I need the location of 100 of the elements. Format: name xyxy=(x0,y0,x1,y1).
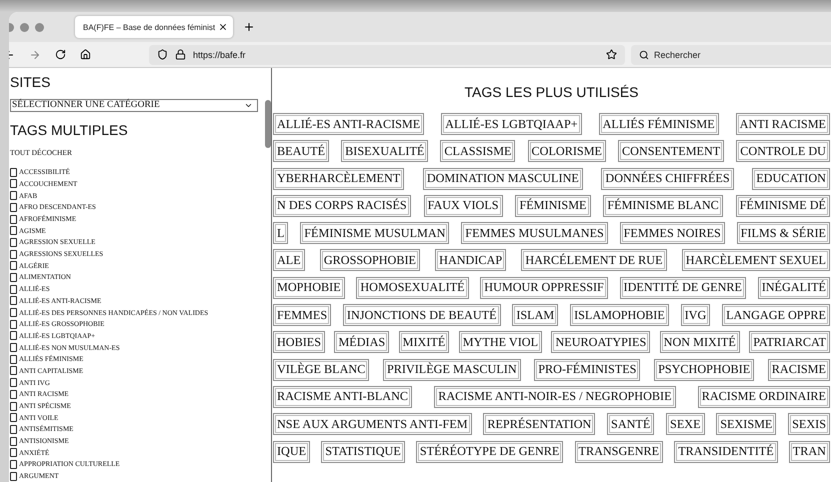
tag-link[interactable]: L xyxy=(273,222,288,244)
checkbox[interactable] xyxy=(10,378,17,388)
tag-link[interactable]: DOMINATION MASCULINE xyxy=(422,168,583,190)
tag-link[interactable]: FAUX VIOLS xyxy=(424,194,503,217)
tag-link[interactable]: TRANSGENRE xyxy=(574,440,664,463)
tag-link[interactable]: FEMMES NOIRES xyxy=(620,222,725,244)
checkbox[interactable] xyxy=(10,284,17,294)
checkbox[interactable] xyxy=(10,214,17,224)
tag-link[interactable]: FÉMINISME xyxy=(515,194,590,217)
tag-link[interactable]: INÉGALITÉ xyxy=(758,276,830,299)
checkbox[interactable] xyxy=(10,308,17,318)
tag-link[interactable]: GROSSOPHOBIE xyxy=(320,249,420,272)
checkbox[interactable] xyxy=(10,472,17,481)
tag-link[interactable]: LANGAGE OPPRE xyxy=(722,304,830,326)
tag-link[interactable]: BEAUTÉ xyxy=(273,140,330,162)
checkbox[interactable] xyxy=(10,191,17,200)
tag-link[interactable]: NSE AUX ARGUMENTS ANTI-FEM xyxy=(273,413,472,436)
tag-link[interactable]: RACISME ORDINAIRE xyxy=(698,386,830,408)
tag-link[interactable]: COLORISME xyxy=(528,140,606,162)
checkbox[interactable] xyxy=(10,226,17,236)
tag-link[interactable]: SEXIS xyxy=(788,413,830,436)
home-icon[interactable] xyxy=(80,49,91,60)
close-icon[interactable] xyxy=(218,22,228,32)
tag-link[interactable]: ALLIÉ-ES LGBTQIAAP+ xyxy=(441,113,582,135)
checkbox[interactable] xyxy=(10,238,17,247)
new-tab-icon[interactable] xyxy=(243,21,255,33)
tag-link[interactable]: SANTÉ xyxy=(607,413,654,436)
tag-link[interactable]: YBERHARCÈLEMENT xyxy=(273,168,404,190)
checkbox[interactable] xyxy=(10,272,17,282)
tag-link[interactable]: IVG xyxy=(680,304,710,326)
tag-link[interactable]: ALLIÉ-ES ANTI-RACISME xyxy=(273,113,424,135)
category-select[interactable]: SÉLECTIONNER UNE CATÉGORIE xyxy=(10,99,258,112)
tag-link[interactable]: HUMOUR OPPRESSIF xyxy=(480,276,608,299)
tag-link[interactable]: EDUCATION xyxy=(752,168,830,190)
checkbox[interactable] xyxy=(10,320,17,329)
tag-link[interactable]: SEXISME xyxy=(716,413,776,436)
tag-link[interactable]: VILÈGE BLANC xyxy=(273,358,370,381)
scrollbar-thumb[interactable] xyxy=(265,100,271,148)
tag-link[interactable]: FILMS & SÉRIE xyxy=(736,222,830,244)
tag-link[interactable]: RACISME ANTI-NOIR-ES / NEGROPHOBIE xyxy=(434,386,676,408)
tag-link[interactable]: INJONCTIONS DE BEAUTÉ xyxy=(342,304,501,326)
checkbox[interactable] xyxy=(10,179,17,188)
reload-icon[interactable] xyxy=(55,49,66,60)
checkbox[interactable] xyxy=(10,296,17,306)
tag-link[interactable]: CONSENTEMENT xyxy=(618,140,724,162)
forward-icon[interactable] xyxy=(29,48,41,60)
tag-link[interactable]: ISLAM xyxy=(512,304,558,326)
tag-link[interactable]: N DES CORPS RACISÉS xyxy=(273,194,411,217)
tag-link[interactable]: PATRIARCAT xyxy=(749,331,830,354)
tag-link[interactable]: REPRÉSENTATION xyxy=(483,413,596,436)
tag-link[interactable]: NON MIXITÉ xyxy=(660,331,740,354)
checkbox[interactable] xyxy=(10,424,17,434)
checkbox[interactable] xyxy=(10,436,17,446)
address-bar[interactable]: https://bafe.fr xyxy=(149,44,625,64)
tag-link[interactable]: TRAN xyxy=(788,440,830,463)
tag-link[interactable]: MÉDIAS xyxy=(334,331,390,354)
checkbox[interactable] xyxy=(10,366,17,376)
tag-link[interactable]: FÉMINISME DÉ xyxy=(736,194,830,217)
checkbox[interactable] xyxy=(10,261,17,270)
tag-link[interactable]: PSYCHOPHOBIE xyxy=(654,358,754,381)
tag-link[interactable]: PRIVILÈGE MASCULIN xyxy=(382,358,521,381)
tag-link[interactable]: DONNÉES CHIFFRÉES xyxy=(601,168,734,190)
tag-link[interactable]: STÉRÉOTYPE DE GENRE xyxy=(416,440,564,463)
tag-link[interactable]: ALE xyxy=(273,249,305,272)
tag-link[interactable]: BISEXUALITÉ xyxy=(341,140,428,162)
checkbox[interactable] xyxy=(10,390,17,399)
tag-link[interactable]: HANDICAP xyxy=(435,249,506,272)
tag-link[interactable]: MIXITÉ xyxy=(398,331,450,354)
browser-tab[interactable]: BA(F)FE – Base de données féminist xyxy=(75,16,233,38)
tag-link[interactable]: STATISTIQUE xyxy=(321,440,405,463)
tag-link[interactable]: IDENTITÉ DE GENRE xyxy=(620,276,746,299)
checkbox[interactable] xyxy=(10,402,17,411)
tag-link[interactable]: RACISME xyxy=(768,358,830,381)
checkbox[interactable] xyxy=(10,413,17,422)
checkbox[interactable] xyxy=(10,460,17,469)
tag-link[interactable]: MOPHOBIE xyxy=(273,276,345,299)
checkbox[interactable] xyxy=(10,448,17,458)
star-icon[interactable] xyxy=(606,49,617,60)
tag-link[interactable]: MYTHE VIOL xyxy=(458,331,542,354)
tag-link[interactable]: ALLIÉS FÉMINISME xyxy=(598,113,719,135)
tag-link[interactable]: TRANSIDENTITÉ xyxy=(674,440,778,463)
tag-link[interactable]: FÉMINISME MUSULMAN xyxy=(300,222,450,244)
tag-link[interactable]: PRO-FÉMINISTES xyxy=(534,358,640,381)
tag-link[interactable]: RACISME ANTI-BLANC xyxy=(273,386,412,408)
tag-link[interactable]: NEUROATYPIES xyxy=(551,331,650,354)
checkbox[interactable] xyxy=(10,168,17,177)
checkbox[interactable] xyxy=(10,202,17,212)
tag-link[interactable]: HOMOSEXUALITÉ xyxy=(356,276,469,299)
tag-link[interactable]: CONTROLE DU xyxy=(736,140,830,162)
tag-link[interactable]: HOBIES xyxy=(273,331,326,354)
checkbox[interactable] xyxy=(10,343,17,352)
tag-link[interactable]: SEXE xyxy=(666,413,705,436)
checkbox[interactable] xyxy=(10,331,17,340)
tag-link[interactable]: ISLAMOPHOBIE xyxy=(570,304,669,326)
tag-link[interactable]: FEMMES xyxy=(273,304,332,326)
search-field[interactable]: Rechercher xyxy=(631,44,831,64)
tag-link[interactable]: HARCÉLEMENT DE RUE xyxy=(521,249,667,272)
tag-link[interactable]: IQUE xyxy=(273,440,310,463)
checkbox[interactable] xyxy=(10,250,17,259)
tag-link[interactable]: ANTI RACISME xyxy=(736,113,830,135)
